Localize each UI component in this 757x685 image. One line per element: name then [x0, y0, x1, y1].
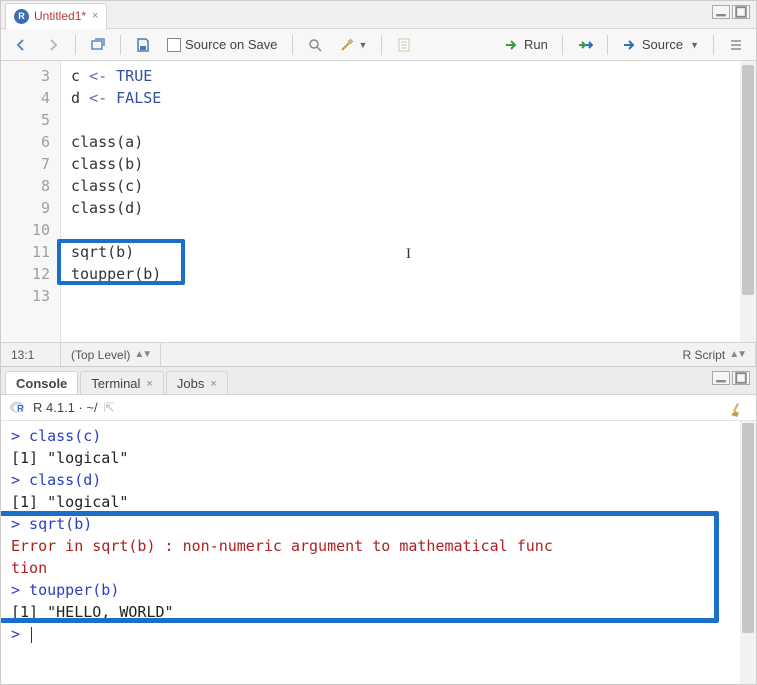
rerun-button[interactable]	[573, 35, 597, 55]
editor-tabs-bar: R Untitled1* ×	[1, 1, 756, 29]
source-button[interactable]: Source ▼	[618, 35, 703, 55]
console-line: [1] "logical"	[11, 491, 746, 513]
console-line: > class(c)	[11, 425, 746, 447]
pane-window-controls	[712, 5, 750, 19]
line-number: 13	[1, 285, 50, 307]
maximize-pane-icon[interactable]	[732, 5, 750, 19]
line-number: 9	[1, 197, 50, 219]
line-number: 6	[1, 131, 50, 153]
vertical-scrollbar[interactable]	[740, 61, 756, 342]
console-tab-console[interactable]: Console	[5, 371, 78, 394]
clear-console-button[interactable]	[728, 399, 746, 417]
console-line: Error in sqrt(b) : non-numeric argument …	[11, 535, 746, 557]
console-line: [1] "logical"	[11, 447, 746, 469]
line-number: 12	[1, 263, 50, 285]
vertical-scrollbar[interactable]	[740, 421, 756, 684]
console-line: > sqrt(b)	[11, 513, 746, 535]
line-number: 8	[1, 175, 50, 197]
code-editor[interactable]: 345678910111213 I c <- TRUEd <- FALSE cl…	[1, 61, 756, 342]
compile-report-button[interactable]	[392, 35, 416, 55]
console-tabs-bar: Console Terminal × Jobs ×	[1, 367, 756, 395]
console-tab-terminal[interactable]: Terminal ×	[80, 371, 164, 394]
tab-label: Jobs	[177, 376, 204, 391]
source-on-save-label: Source on Save	[185, 37, 278, 52]
code-line: d <- FALSE	[71, 87, 746, 109]
scrollbar-thumb[interactable]	[742, 423, 754, 633]
console-line: [1] "HELLO, WORLD"	[11, 601, 746, 623]
console-line: >	[11, 623, 746, 645]
chevron-down-icon: ▼	[359, 40, 368, 50]
code-line: toupper(b)	[71, 263, 746, 285]
r-version-label: R 4.1.1 · ~/	[33, 400, 98, 415]
tab-label: Terminal	[91, 376, 140, 391]
save-button[interactable]	[131, 35, 155, 55]
code-line: class(b)	[71, 153, 746, 175]
text-cursor-icon: I	[406, 243, 411, 265]
scrollbar-thumb[interactable]	[742, 65, 754, 295]
code-line: class(c)	[71, 175, 746, 197]
forward-button[interactable]	[41, 35, 65, 55]
language-selector[interactable]: R Script▲▼	[673, 343, 756, 366]
code-line: class(d)	[71, 197, 746, 219]
line-number: 7	[1, 153, 50, 175]
console-info-bar: R R 4.1.1 · ~/ ⇱	[1, 395, 756, 421]
find-button[interactable]	[303, 35, 327, 55]
maximize-pane-icon[interactable]	[732, 371, 750, 385]
close-icon[interactable]: ×	[210, 378, 216, 390]
code-content: I c <- TRUEd <- FALSE class(a)class(b)cl…	[61, 61, 756, 342]
line-number-gutter: 345678910111213	[1, 61, 61, 342]
line-number: 11	[1, 241, 50, 263]
code-line	[71, 109, 746, 131]
line-number: 3	[1, 65, 50, 87]
editor-pane: R Untitled1* × Source on Save ▼ R	[1, 1, 756, 367]
run-button[interactable]: Run	[500, 35, 552, 55]
code-line: c <- TRUE	[71, 65, 746, 87]
code-line	[71, 219, 746, 241]
outline-button[interactable]	[724, 35, 748, 55]
line-number: 10	[1, 219, 50, 241]
cursor-position: 13:1	[1, 343, 61, 366]
run-label: Run	[524, 37, 548, 52]
close-icon[interactable]: ×	[92, 10, 98, 22]
checkbox-icon	[167, 38, 181, 52]
code-line: class(a)	[71, 131, 746, 153]
pane-window-controls	[712, 371, 750, 385]
chevron-down-icon: ▼	[690, 40, 699, 50]
back-button[interactable]	[9, 35, 33, 55]
source-label: Source	[642, 37, 683, 52]
minimize-pane-icon[interactable]	[712, 5, 730, 19]
editor-status-bar: 13:1 (Top Level)▲▼ R Script▲▼	[1, 342, 756, 366]
line-number: 4	[1, 87, 50, 109]
console-line: tion	[11, 557, 746, 579]
minimize-pane-icon[interactable]	[712, 371, 730, 385]
code-line	[71, 285, 746, 307]
line-number: 5	[1, 109, 50, 131]
editor-toolbar: Source on Save ▼ Run Source ▼	[1, 29, 756, 61]
input-cursor	[31, 627, 32, 643]
console-line: > class(d)	[11, 469, 746, 491]
console-line: > toupper(b)	[11, 579, 746, 601]
tab-label: Console	[16, 376, 67, 391]
source-on-save-checkbox[interactable]: Source on Save	[163, 35, 282, 54]
svg-text:R: R	[17, 404, 24, 414]
console-pane: Console Terminal × Jobs × R R 4.1.1 · ~/ ⇱ >…	[1, 367, 756, 684]
scope-selector[interactable]: (Top Level)▲▼	[61, 343, 161, 366]
r-logo-icon: R	[9, 401, 27, 415]
close-icon[interactable]: ×	[146, 378, 152, 390]
editor-tab-label: Untitled1*	[34, 9, 86, 23]
r-script-icon: R	[14, 9, 29, 24]
console-output[interactable]: > class(c)[1] "logical"> class(d)[1] "lo…	[1, 421, 756, 684]
code-tools-button[interactable]: ▼	[335, 35, 372, 55]
popout-icon[interactable]: ⇱	[104, 400, 115, 416]
editor-tab[interactable]: R Untitled1* ×	[5, 3, 107, 29]
open-in-window-button[interactable]	[86, 35, 110, 55]
console-tab-jobs[interactable]: Jobs ×	[166, 371, 228, 394]
